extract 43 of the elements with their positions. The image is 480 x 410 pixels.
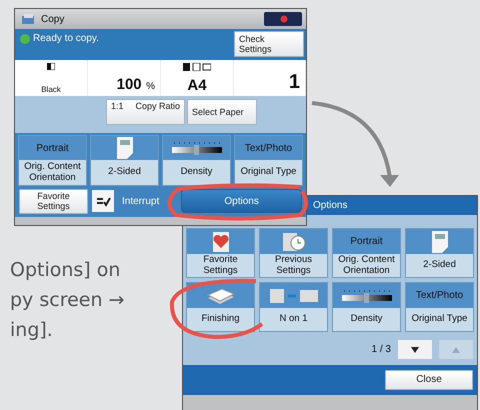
option-tile[interactable]: Density [332, 282, 401, 332]
setting-tile[interactable]: Portrait Orig. Content Orientation [18, 135, 87, 186]
status-icon [20, 34, 30, 44]
option-tile[interactable]: N on 1 [259, 282, 328, 332]
option-tile[interactable]: Portrait Orig. Content Orientation [332, 228, 401, 278]
option-tile[interactable]: Text/Photo Original Type [405, 282, 474, 332]
option-tile[interactable]: Previous Settings [259, 228, 328, 278]
instruction-text: Options] on py screen → ing]. [10, 258, 124, 343]
n-on-1-icon [268, 286, 318, 304]
page-icon [430, 230, 448, 254]
page-icon [116, 136, 134, 160]
clock-icon [280, 230, 306, 252]
slider-icon [340, 288, 392, 304]
setting-tile[interactable]: Text/Photo Original Type [234, 135, 303, 186]
paper-size: A4 [187, 77, 207, 94]
copy-ratio-button[interactable]: 1:1 Copy Ratio [106, 99, 186, 125]
select-paper-button[interactable]: Select Paper [187, 99, 258, 125]
copy-count: 1 [288, 71, 300, 94]
interrupt-icon[interactable] [92, 190, 114, 212]
stop-button-icon[interactable] [264, 12, 302, 26]
status-text: Ready to copy. [33, 33, 99, 44]
page-indicator: 1 / 3 [372, 344, 391, 355]
copy-ratio: 100 % [116, 76, 155, 94]
page-down-button[interactable] [398, 340, 432, 359]
options-button[interactable]: Options [181, 189, 302, 214]
copy-icon [21, 13, 35, 25]
favorite-settings-button[interactable]: Favorite Settings [19, 189, 88, 214]
color-mode-icon [47, 63, 55, 70]
close-button[interactable]: Close [385, 370, 473, 390]
up-triangle-icon [452, 346, 460, 352]
down-triangle-icon [411, 346, 419, 352]
interrupt-label: Interrupt [122, 196, 160, 207]
setting-tile[interactable]: 2-Sided [90, 135, 159, 186]
option-tile[interactable]: 2-Sided [405, 228, 474, 278]
color-mode: Black [41, 85, 61, 94]
option-tile[interactable]: Finishing [186, 282, 255, 332]
check-settings-button[interactable]: Check Settings [234, 31, 304, 57]
setting-tile[interactable]: Density [162, 135, 231, 186]
window-title: Copy [41, 14, 66, 24]
paper-icons [183, 63, 211, 71]
paper-stack-icon [206, 286, 236, 306]
slider-icon [170, 140, 222, 156]
option-tile[interactable]: Favorite Settings [186, 228, 255, 278]
